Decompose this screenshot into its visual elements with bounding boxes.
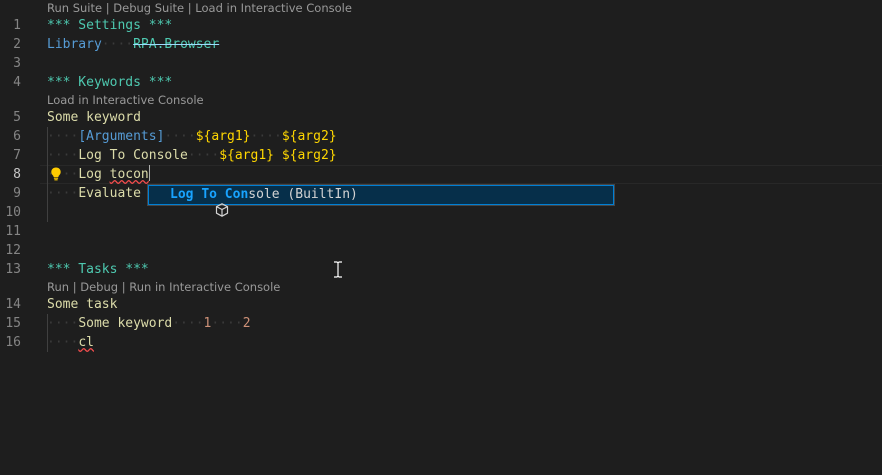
suggestion-text: [217, 187, 225, 202]
argument-number: 2: [242, 316, 251, 331]
section-header: *** Tasks ***: [47, 262, 149, 277]
suggestion-match: Con: [224, 187, 249, 202]
line-number-active: 8: [13, 167, 21, 182]
codelens-separator: |: [102, 1, 114, 15]
keyword-call: Evaluate: [78, 186, 141, 201]
indent: ····: [47, 316, 79, 331]
run-suite-lens[interactable]: Run Suite: [47, 1, 102, 15]
load-interactive-console-lens[interactable]: Load in Interactive Console: [195, 1, 352, 15]
suggestion-item[interactable]: Log To Console (BuiltIn): [148, 185, 614, 217]
code-line-9: ····Evaluate: [47, 184, 141, 203]
run-task-lens[interactable]: Run: [47, 280, 69, 294]
line-number: 2: [13, 37, 21, 52]
line-number-gutter[interactable]: 1 2 3 4 5 6 7 8 9 10 11 12 13 14 15 16: [0, 0, 40, 475]
code-line-4: *** Keywords ***: [47, 73, 172, 92]
task-definition: Some task: [47, 297, 118, 312]
code-editor[interactable]: 1 2 3 4 5 6 7 8 9 10 11 12 13 14 15 16 R…: [0, 0, 882, 475]
line-number: 14: [5, 297, 21, 312]
code-line-15: ····Some keyword····1····2: [47, 314, 251, 333]
section-header: *** Keywords ***: [47, 75, 173, 90]
line-number: 10: [5, 205, 21, 220]
line-number: 3: [13, 56, 21, 71]
whitespace: ····: [101, 37, 134, 52]
indent: ····: [47, 129, 79, 144]
line-number: 4: [13, 75, 21, 90]
variable: ${arg2}: [281, 148, 337, 163]
line-number: 5: [13, 110, 21, 125]
line-number: 9: [13, 186, 21, 201]
code-line-5: Some keyword: [47, 108, 141, 127]
codelens-separator: |: [184, 1, 196, 15]
typed-keyword-error: tocon: [109, 167, 149, 182]
whitespace: ····: [164, 129, 196, 144]
keyword-box-icon: [151, 187, 228, 217]
line-number: 11: [5, 224, 21, 239]
keyword-definition: Some keyword: [47, 110, 141, 125]
indent: ····: [47, 335, 79, 350]
codelens-separator: |: [69, 280, 81, 294]
typed-keyword-error: cl: [78, 335, 94, 350]
setting-name: Library: [47, 37, 102, 52]
library-name: RPA.Browser: [133, 37, 220, 52]
keyword-call: Log To Console: [78, 148, 188, 163]
code-line-6: ····[Arguments]····${arg1}····${arg2}: [47, 127, 337, 146]
run-interactive-console-lens[interactable]: Run in Interactive Console: [129, 280, 280, 294]
text-cursor: [148, 165, 150, 181]
line-number: 15: [5, 316, 21, 331]
code-line-1: *** Settings ***: [47, 16, 172, 35]
whitespace: ····: [211, 316, 243, 331]
line-number: 6: [13, 129, 21, 144]
debug-suite-lens[interactable]: Debug Suite: [113, 1, 184, 15]
line-number: 7: [13, 148, 21, 163]
indent: ····: [47, 186, 79, 201]
whitespace: ····: [250, 129, 282, 144]
whitespace: ····: [172, 316, 204, 331]
current-line-highlight: [40, 165, 882, 184]
codelens-separator: |: [118, 280, 130, 294]
codelens-suite: Run Suite | Debug Suite | Load in Intera…: [47, 1, 352, 16]
suggestion-match: Log: [170, 187, 194, 202]
code-line-7: ····Log To Console····${arg1} ${arg2}: [47, 146, 337, 165]
code-line-2: Library····RPA.Browser: [47, 35, 219, 54]
line-number: 13: [5, 262, 21, 277]
lightbulb-icon[interactable]: [49, 166, 63, 182]
line-number: 16: [5, 335, 21, 350]
indent: ····: [47, 148, 79, 163]
autocomplete-suggest-widget[interactable]: Log To Console (BuiltIn): [147, 184, 615, 217]
code-line-13: *** Tasks ***: [47, 260, 149, 279]
code-line-14: Some task: [47, 295, 117, 314]
debug-task-lens[interactable]: Debug: [80, 280, 118, 294]
suggestion-label: Log To Console (BuiltIn): [170, 185, 358, 205]
variable: ${arg1}: [195, 129, 251, 144]
codelens-keyword: Load in Interactive Console: [47, 93, 204, 108]
line-number: 12: [5, 243, 21, 258]
mouse-ibeam-cursor: [333, 261, 343, 278]
suggestion-text: sole (BuiltIn): [248, 187, 358, 202]
codelens-task: Run | Debug | Run in Interactive Console: [47, 280, 280, 295]
section-header: *** Settings ***: [47, 18, 173, 33]
arguments-setting: [Arguments]: [78, 129, 165, 144]
code-line-16: ····cl: [47, 333, 94, 352]
typed-keyword: Log: [78, 167, 110, 182]
line-number: 1: [13, 18, 21, 33]
load-interactive-console-lens[interactable]: Load in Interactive Console: [47, 93, 204, 107]
variable: ${arg2}: [281, 129, 337, 144]
suggestion-match: To: [201, 187, 217, 202]
keyword-call: Some keyword: [78, 316, 173, 331]
variable: ${arg1}: [219, 148, 274, 163]
whitespace: ····: [187, 148, 220, 163]
